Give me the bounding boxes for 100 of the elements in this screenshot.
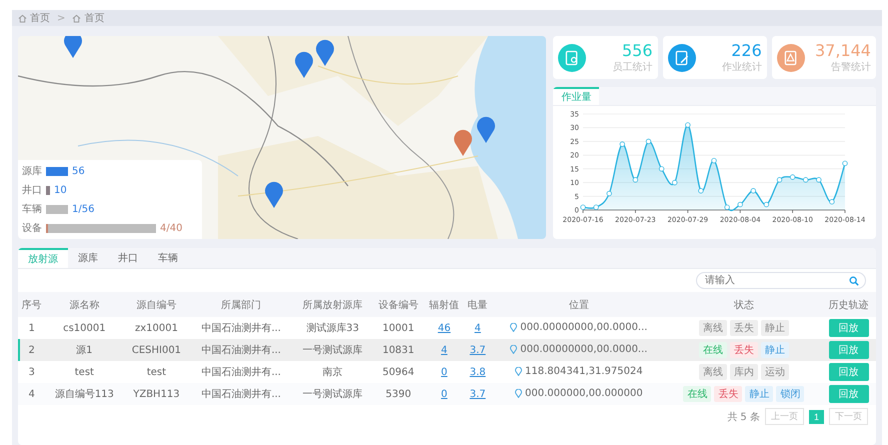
stat-value: 37,144 — [815, 42, 871, 60]
column-header: 位置 — [491, 292, 666, 317]
data-point — [698, 188, 704, 194]
table-cell: 测试源库33 — [293, 317, 372, 339]
playback-button[interactable]: 回放 — [828, 341, 869, 359]
radiation-link[interactable]: 4 — [441, 344, 448, 356]
table-cell: 一号测试源库 — [293, 339, 372, 361]
column-header: 设备编号 — [372, 292, 424, 317]
table-cell: YZBH113 — [123, 383, 190, 405]
playback-button[interactable]: 回放 — [828, 319, 869, 337]
table-cell: 南京 — [293, 361, 372, 383]
table-cell: cs10001 — [45, 317, 124, 339]
breadcrumb-link[interactable]: 首页 — [84, 11, 104, 25]
data-point — [777, 177, 782, 182]
column-header: 所属放射源库 — [293, 292, 372, 317]
table-cell: 4 — [18, 383, 46, 405]
tab[interactable]: 放射源 — [18, 248, 68, 268]
location-pin-icon — [515, 388, 522, 398]
status-tag: 丢失 — [730, 320, 758, 336]
search-field[interactable]: 请输入 — [696, 272, 866, 289]
radiation-link[interactable]: 0 — [441, 388, 448, 400]
tab[interactable]: 车辆 — [148, 248, 188, 268]
battery-link[interactable]: 3.8 — [470, 366, 486, 378]
document-person-icon — [558, 44, 586, 72]
status-tag: 丢失 — [730, 342, 758, 358]
home-icon — [72, 14, 82, 22]
stat-label: 告警统计 — [830, 60, 871, 74]
legend-label: 设备 — [22, 222, 42, 235]
location-text: 000.000000,00.000000 — [525, 388, 643, 398]
table-row[interactable]: 3 test test 中国石油测井有... 南京 50964 0 3.8 118.804341,31.975024 离线 库内 运动 回放 — [18, 361, 876, 383]
stat-label: 作业统计 — [722, 60, 762, 74]
table-cell: 中国石油测井有... — [189, 339, 293, 361]
legend-value: 1/56 — [72, 204, 94, 214]
table-row[interactable]: 1 cs10001 zx10001 中国石油测井有... 测试源库33 10001 46 4 000.00000000,00.0000... 离线 丢失 静止 回放 — [18, 317, 876, 339]
playback-button[interactable]: 回放 — [828, 363, 869, 381]
search-icon[interactable] — [849, 276, 859, 286]
tab[interactable]: 源库 — [68, 248, 108, 268]
data-point — [830, 199, 835, 204]
legend-value: 4/40 — [160, 222, 182, 234]
radiation-link[interactable]: 0 — [441, 366, 448, 378]
table-cell: 50964 — [372, 361, 424, 383]
column-header: 状态 — [666, 292, 822, 317]
table-cell: test — [123, 361, 190, 383]
table-cell: 10001 — [372, 317, 424, 339]
radiation-link[interactable]: 46 — [438, 322, 451, 334]
table-cell: 一号测试源库 — [293, 383, 372, 405]
status-tag: 库内 — [730, 364, 758, 380]
status-tag: 离线 — [698, 320, 727, 336]
playback-button[interactable]: 回放 — [828, 385, 869, 403]
battery-link[interactable]: 3.7 — [470, 388, 486, 400]
legend-label: 源库 — [22, 164, 42, 178]
data-point — [594, 204, 600, 210]
table-cell: 1 — [18, 317, 46, 339]
data-point — [724, 204, 730, 210]
data-point — [685, 122, 691, 128]
column-header: 历史轨迹 — [821, 292, 876, 317]
stat-value: 226 — [730, 42, 762, 60]
table-cell: 中国石油测井有... — [189, 383, 293, 405]
table-cell: 5390 — [372, 383, 424, 405]
document-pen-icon — [668, 44, 696, 72]
tab[interactable]: 井口 — [108, 248, 148, 268]
chart-tab[interactable]: 作业量 — [553, 87, 600, 105]
table-cell: 2 — [18, 339, 46, 361]
data-point — [580, 204, 586, 210]
location-text: 000.00000000,00.0000... — [520, 322, 648, 332]
data-point — [750, 188, 756, 194]
battery-link[interactable]: 3.7 — [470, 344, 486, 356]
location-text: 000.00000000,00.0000... — [520, 344, 648, 354]
data-point — [816, 177, 822, 182]
battery-link[interactable]: 4 — [474, 322, 481, 334]
table-cell: 源自编号113 — [45, 383, 124, 405]
table-row[interactable]: 4 源自编号113 YZBH113 中国石油测井有... 一号测试源库 5390 0 3.7 000.000000,00.000000 在线 丢失 静止 锁闭 回放 — [18, 383, 876, 405]
data-point — [842, 160, 848, 166]
table-cell: 10831 — [372, 339, 424, 361]
location-pin-icon — [510, 344, 518, 354]
status-tag: 丢失 — [714, 386, 742, 402]
home-icon — [18, 14, 27, 22]
page-number[interactable]: 1 — [808, 410, 824, 424]
location-pin-icon — [510, 322, 518, 332]
total-count: 共 5 条 — [727, 410, 760, 424]
column-header: 所属部门 — [189, 292, 293, 317]
status-tag: 静止 — [760, 342, 789, 358]
data-point — [764, 202, 770, 208]
data-point — [606, 190, 612, 196]
column-header: 序号 — [18, 292, 46, 317]
status-tag: 静止 — [745, 386, 774, 402]
breadcrumb-link[interactable]: 首页 — [30, 11, 50, 25]
legend-label: 车辆 — [22, 202, 42, 216]
status-tag: 在线 — [698, 342, 727, 358]
table-cell: 3 — [18, 361, 46, 383]
legend-value: 56 — [72, 166, 85, 176]
data-point — [633, 177, 638, 182]
table-cell: test — [45, 361, 124, 383]
status-tag: 离线 — [698, 364, 727, 380]
data-point — [712, 158, 717, 164]
table-cell: 源1 — [45, 339, 124, 361]
status-tag: 在线 — [683, 386, 712, 402]
table-cell: 中国石油测井有... — [189, 317, 293, 339]
table-cell: zx10001 — [123, 317, 190, 339]
data-point — [620, 142, 626, 147]
